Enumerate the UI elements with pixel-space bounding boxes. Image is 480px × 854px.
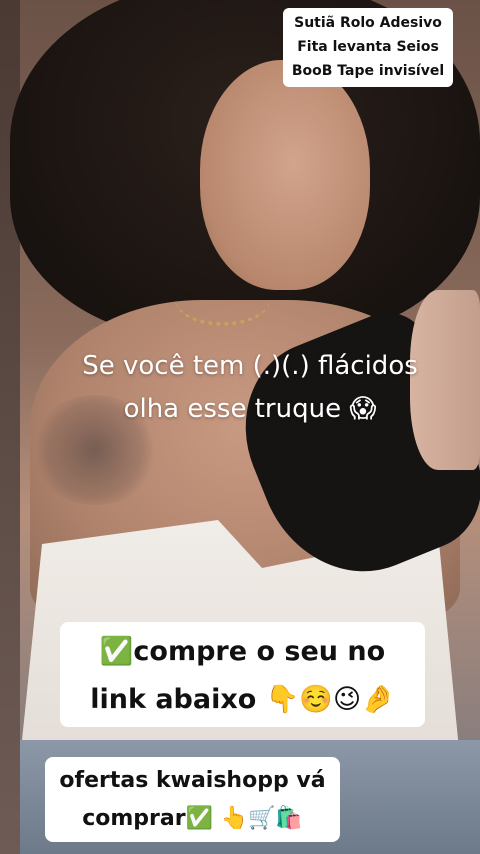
offer-box: ofertas kwaishopp vá comprar✅ 👆🛒🛍️ bbox=[45, 757, 340, 842]
caption-line-2: olha esse truque 😱 bbox=[123, 394, 377, 424]
video-frame: Sutiã Rolo Adesivo Fita levanta Seios Bo… bbox=[0, 0, 480, 854]
cta-box: ✅compre o seu no link abaixo 👇☺️😉🤌 bbox=[60, 622, 425, 727]
product-label-line-3: BooB Tape invisível bbox=[291, 63, 445, 79]
face bbox=[200, 60, 370, 290]
offer-line-2: comprar✅ 👆🛒🛍️ bbox=[82, 806, 303, 831]
cta-line-1: ✅compre o seu no bbox=[99, 636, 386, 667]
necklace bbox=[175, 272, 270, 326]
product-label: Sutiã Rolo Adesivo Fita levanta Seios Bo… bbox=[283, 8, 453, 87]
product-label-line-2: Fita levanta Seios bbox=[297, 39, 439, 55]
product-label-line-1: Sutiã Rolo Adesivo bbox=[294, 15, 442, 31]
cta-line-2: link abaixo 👇☺️😉🤌 bbox=[90, 684, 395, 715]
offer-line-1: ofertas kwaishopp vá bbox=[59, 768, 326, 793]
caption-line-1: Se você tem (.)(.) flácidos bbox=[82, 351, 418, 381]
